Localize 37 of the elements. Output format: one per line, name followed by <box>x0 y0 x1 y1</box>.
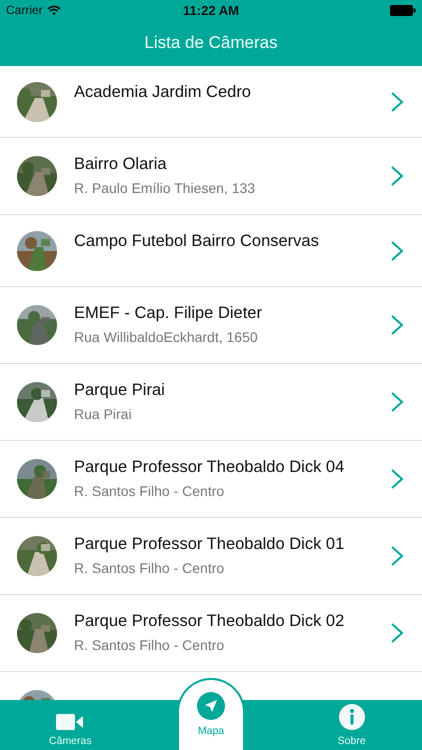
camera-list-item[interactable]: Parque Professor Theobaldo Dick 01 R. Santos Filho - Centro <box>0 518 422 595</box>
camera-name: Parque Professor Theobaldo Dick 01 <box>74 535 346 554</box>
camera-address: R. Paulo Emílio Thiesen, 133 <box>74 180 256 196</box>
chevron-right-icon <box>390 391 404 413</box>
carrier-label: Carrier <box>6 3 43 17</box>
camera-list-item[interactable]: Parque Professor Theobaldo Dick 04 R. Santos Filho - Centro <box>0 441 422 518</box>
chevron-right-icon <box>390 165 404 187</box>
clock-time: 11:22 AM <box>183 2 239 18</box>
chevron-right-icon <box>390 468 404 490</box>
camera-name: Parque Professor Theobaldo Dick 02 <box>74 612 346 631</box>
camera-list-item[interactable]: Campo Futebol Bairro Conservas <box>0 215 422 287</box>
camera-name: Parque Professor Theobaldo Dick 04 <box>74 458 346 477</box>
camera-address: Rua WillibaldoEckhardt, 1650 <box>74 329 259 345</box>
info-icon <box>338 703 366 731</box>
chevron-right-icon <box>390 240 404 262</box>
camera-list-item[interactable]: Bairro Olaria R. Paulo Emílio Thiesen, 133 <box>0 138 422 215</box>
camera-address: R. Santos Filho - Centro <box>74 483 226 499</box>
camera-address: R. Santos Filho - Centro <box>74 637 226 653</box>
chevron-right-icon <box>390 545 404 567</box>
wifi-icon <box>46 5 61 15</box>
camera-list-item[interactable]: Parque Professor Theobaldo Dick 02 R. Santos Filho - Centro <box>0 595 422 672</box>
camera-address: Rua Pirai <box>74 406 133 422</box>
screen-title: Lista de Câmeras <box>144 33 278 53</box>
video-camera-icon <box>56 713 84 731</box>
camera-list-item[interactable]: EMEF - Cap. Filipe Dieter Rua WillibaldoEckhardt, 1650 <box>0 287 422 364</box>
chevron-right-icon <box>390 622 404 644</box>
chevron-right-icon <box>390 90 404 112</box>
camera-list-item[interactable]: Academia Jardim Cedro <box>0 66 422 138</box>
camera-name: Academia Jardim Cedro <box>74 83 252 102</box>
camera-name: Bairro Olaria <box>74 155 168 174</box>
chevron-right-icon <box>390 314 404 336</box>
camera-list-item[interactable]: Parque Pirai Rua Pirai <box>0 364 422 441</box>
camera-name: Parque Pirai <box>74 381 166 400</box>
camera-name: Campo Futebol Bairro Conservas <box>74 232 320 251</box>
camera-address: R. Santos Filho - Centro <box>74 560 226 576</box>
battery-icon <box>390 4 416 16</box>
camera-name: EMEF - Cap. Filipe Dieter <box>74 304 263 323</box>
